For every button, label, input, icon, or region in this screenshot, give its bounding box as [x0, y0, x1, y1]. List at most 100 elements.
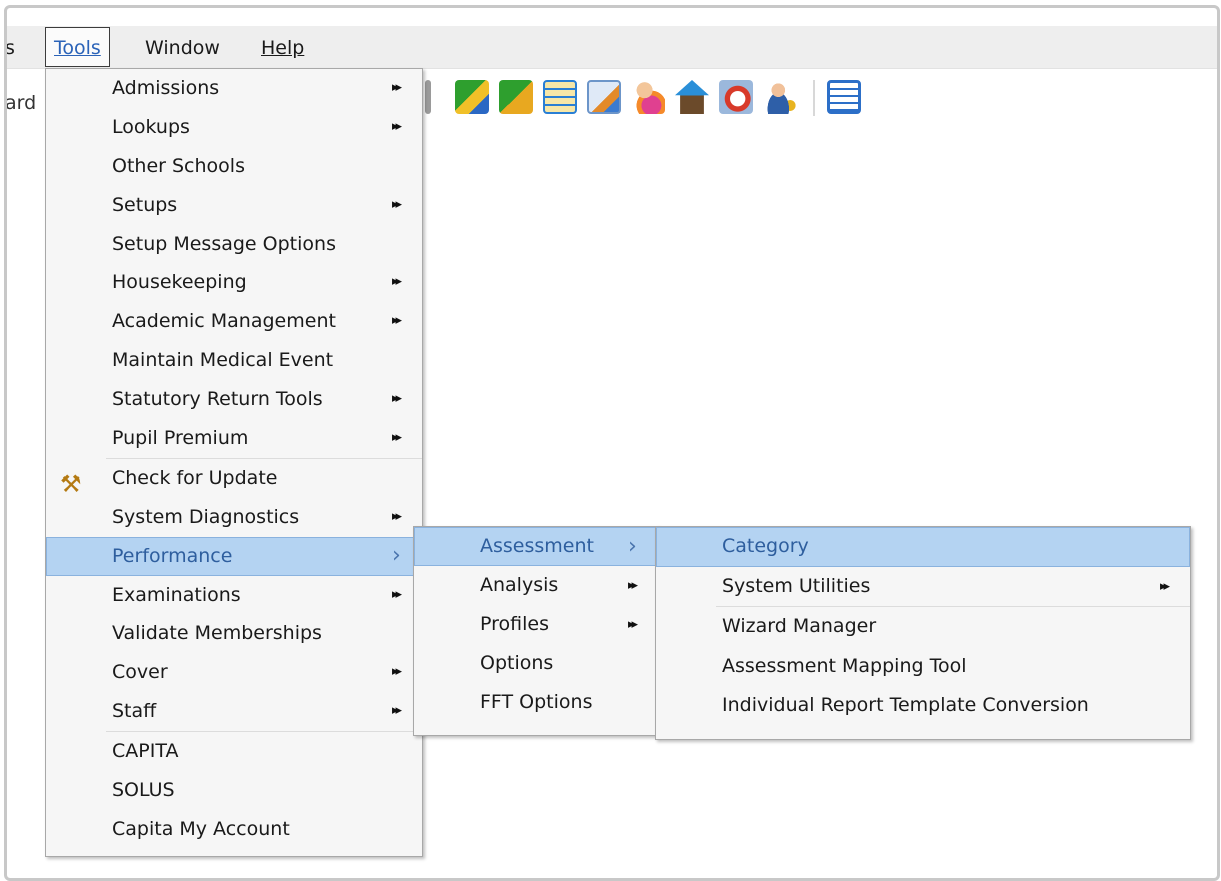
menu-item-system-diagnostics[interactable]: System Diagnostics ▸▸ [46, 498, 422, 537]
menubar-item-window-label: Window [145, 37, 220, 59]
partial-label: ard [5, 92, 37, 114]
clock-calendar-icon[interactable] [719, 80, 753, 114]
spreadsheet-grid-icon[interactable] [827, 80, 861, 114]
edit-document-icon[interactable] [587, 80, 621, 114]
chevron-right-icon: › [628, 534, 637, 559]
application-window: s Tools Window Help ard Admissions ▸▸ Look… [4, 5, 1220, 881]
submenu-arrow-icon: ▸▸ [628, 578, 638, 593]
menu-item-label: Staff [112, 700, 157, 723]
submenu-arrow-icon: ▸▸ [392, 586, 402, 602]
menu-item-label: System Diagnostics [112, 505, 300, 528]
menu-item-label: System Utilities [722, 574, 871, 597]
chevron-right-icon: › [392, 542, 401, 568]
menu-item-analysis[interactable]: Analysis ▸▸ [414, 566, 658, 605]
menu-item-label: CAPITA [112, 740, 179, 763]
submenu-arrow-icon: ▸▸ [392, 80, 402, 95]
menu-item-setups[interactable]: Setups ▸▸ [46, 186, 422, 225]
menu-item-label: Lookups [112, 115, 190, 138]
menu-item-capita-my-account[interactable]: Capita My Account [46, 810, 422, 849]
menu-item-assessment-mapping-tool[interactable]: Assessment Mapping Tool [656, 647, 1190, 687]
menubar-item-tools[interactable]: Tools [45, 27, 110, 67]
menu-item-staff[interactable]: Staff ▸▸ [46, 692, 422, 731]
menu-item-check-for-update[interactable]: ⚒ Check for Update [46, 459, 422, 498]
user-group-icon[interactable] [631, 80, 665, 114]
submenu-arrow-icon: ▸▸ [1160, 578, 1170, 594]
chart-gear-icon[interactable] [499, 80, 533, 114]
submenu-arrow-icon: ▸▸ [392, 313, 402, 329]
submenu-arrow-icon: ▸▸ [628, 617, 638, 632]
toolbar-edge-icon[interactable] [425, 80, 431, 114]
menu-item-admissions[interactable]: Admissions ▸▸ [46, 69, 422, 108]
toolbar-separator [813, 80, 815, 116]
menu-item-label: Setups [112, 193, 178, 216]
menu-item-label: Wizard Manager [722, 615, 877, 637]
menu-item-label: Pupil Premium [112, 427, 249, 450]
menu-item-cover[interactable]: Cover ▸▸ [46, 653, 422, 692]
submenu-arrow-icon: ▸▸ [392, 196, 402, 212]
menu-item-label: Assessment Mapping Tool [722, 654, 967, 677]
menu-item-capita[interactable]: CAPITA [46, 732, 422, 771]
menu-item-label: SOLUS [112, 779, 175, 802]
chart-pencil-icon[interactable] [455, 80, 489, 114]
menu-item-other-schools[interactable]: Other Schools [46, 147, 422, 186]
menu-item-label: Individual Report Template Conversion [722, 694, 1089, 716]
menu-item-label: Housekeeping [112, 271, 247, 294]
menu-item-label: Category [722, 535, 809, 557]
menu-item-system-utilities[interactable]: System Utilities ▸▸ [656, 567, 1190, 607]
menu-item-statutory-return-tools[interactable]: Statutory Return Tools ▸▸ [46, 380, 422, 419]
menu-item-academic-management[interactable]: Academic Management ▸▸ [46, 302, 422, 341]
menu-item-label: Validate Memberships [112, 622, 322, 645]
menu-item-label: Profiles [480, 613, 549, 635]
user-key-icon[interactable] [763, 80, 797, 114]
submenu-arrow-icon: ▸▸ [392, 703, 402, 719]
menu-item-label: Options [480, 652, 554, 674]
menu-item-category[interactable]: Category [656, 527, 1190, 567]
menu-item-validate-memberships[interactable]: Validate Memberships [46, 614, 422, 653]
menu-item-maintain-medical-event[interactable]: Maintain Medical Event [46, 341, 422, 380]
menu-item-label: Cover [112, 661, 168, 684]
menu-item-wizard-manager[interactable]: Wizard Manager [656, 607, 1190, 647]
menu-item-label: FFT Options [480, 691, 593, 713]
document-grid-icon[interactable] [543, 80, 577, 114]
menubar-item-window[interactable]: Window [137, 26, 228, 68]
menubar-item-tools-label: Tools [54, 37, 101, 59]
menu-item-label: Assessment [480, 535, 594, 557]
submenu-arrow-icon: ▸▸ [392, 664, 402, 680]
menu-item-setup-message-options[interactable]: Setup Message Options [46, 225, 422, 264]
menu-bar: s Tools Window Help [7, 26, 1217, 69]
submenu-arrow-icon: ▸▸ [392, 508, 402, 524]
menu-item-lookups[interactable]: Lookups ▸▸ [46, 108, 422, 147]
submenu-arrow-icon: ▸▸ [392, 391, 402, 407]
menu-item-label: Academic Management [112, 310, 336, 333]
menu-item-label: Capita My Account [112, 817, 290, 840]
menu-item-fft-options[interactable]: FFT Options [414, 683, 658, 722]
menu-item-examinations[interactable]: Examinations ▸▸ [46, 576, 422, 615]
submenu-arrow-icon: ▸▸ [392, 118, 402, 134]
menu-item-label: Examinations [112, 583, 241, 606]
performance-menu: Assessment › Analysis ▸▸ Profiles ▸▸ Options FF… [413, 526, 659, 736]
menu-item-label: Admissions [112, 77, 220, 99]
menu-item-label: Check for Update [112, 466, 278, 489]
menu-item-assessment[interactable]: Assessment › [414, 527, 658, 566]
menu-item-label: Other Schools [112, 154, 245, 177]
submenu-arrow-icon: ▸▸ [392, 430, 402, 446]
menu-item-solus[interactable]: SOLUS [46, 771, 422, 810]
menu-item-label: Performance [112, 544, 233, 567]
menu-item-performance[interactable]: Performance › [46, 536, 422, 576]
menubar-item-help[interactable]: Help [253, 26, 312, 68]
menu-item-pupil-premium[interactable]: Pupil Premium ▸▸ [46, 419, 422, 458]
menu-item-options[interactable]: Options [414, 644, 658, 683]
submenu-arrow-icon: ▸▸ [392, 274, 402, 290]
menu-item-label: Analysis [480, 574, 559, 596]
menu-item-label: Maintain Medical Event [112, 349, 334, 372]
menubar-item-cut[interactable]: s [7, 26, 23, 68]
tools-menu: Admissions ▸▸ Lookups ▸▸ Other Schools Setups… [45, 68, 423, 857]
menu-item-label: Statutory Return Tools [112, 388, 323, 411]
menu-item-profiles[interactable]: Profiles ▸▸ [414, 605, 658, 644]
menu-item-individual-report-template-conversion[interactable]: Individual Report Template Conversion [656, 686, 1190, 726]
menu-item-housekeeping[interactable]: Housekeeping ▸▸ [46, 263, 422, 302]
menu-item-label: Setup Message Options [112, 232, 336, 255]
assessment-menu: Category System Utilities ▸▸ Wizard Manager… [655, 526, 1191, 740]
menubar-item-help-label: Help [261, 37, 305, 59]
home-arrow-icon[interactable] [675, 80, 709, 114]
